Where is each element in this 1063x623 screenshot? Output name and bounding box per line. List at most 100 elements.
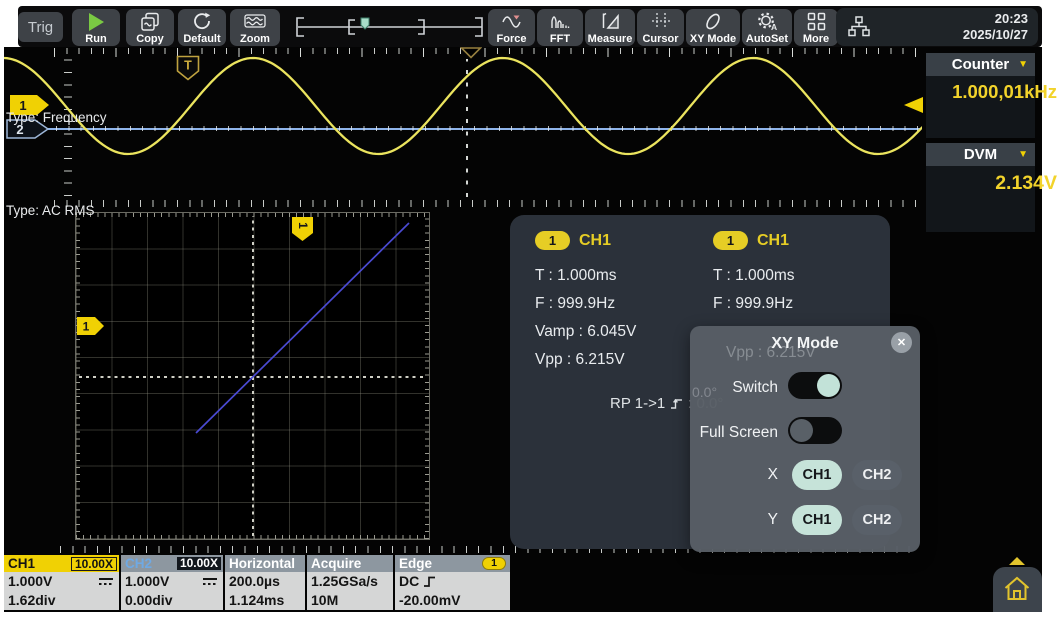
rising-edge-icon bbox=[670, 397, 683, 410]
xy-x-marker-label: 1 bbox=[296, 222, 310, 229]
force-label: Force bbox=[497, 33, 527, 45]
cursor-icon bbox=[651, 12, 671, 30]
counter-type: Type: Frequency bbox=[6, 110, 107, 125]
x-ch2-label: CH2 bbox=[862, 467, 891, 483]
xy-y-marker-label: 1 bbox=[83, 320, 90, 334]
trigger-status-cell[interactable]: Edge 1 DC -20.00mV bbox=[395, 555, 510, 610]
force-trigger-icon bbox=[502, 12, 522, 30]
chevron-down-icon[interactable]: ▼ bbox=[1018, 53, 1028, 76]
cursor-button[interactable]: Cursor bbox=[637, 9, 684, 46]
autoset-button[interactable]: A AutoSet bbox=[742, 9, 792, 46]
default-label: Default bbox=[183, 33, 220, 45]
y-source-label: Y bbox=[690, 505, 778, 535]
xy-y-position-marker[interactable]: 1 bbox=[77, 317, 105, 335]
acquire-title: Acquire bbox=[311, 556, 361, 571]
cursor-label: Cursor bbox=[642, 33, 678, 45]
ch1-status-cell[interactable]: CH1 10.00X 1.000V 1.62div bbox=[4, 555, 119, 610]
collapse-up-arrow[interactable] bbox=[1009, 557, 1025, 565]
time-domain-display: 1 2 T bbox=[4, 47, 922, 207]
trigger-type: Edge bbox=[399, 556, 432, 571]
trigger-level-marker[interactable] bbox=[904, 97, 923, 113]
dialog-title: XY Mode bbox=[690, 335, 920, 353]
xy-switch-toggle[interactable] bbox=[788, 372, 842, 399]
fft-button[interactable]: Measure FFT bbox=[537, 9, 583, 46]
run-button[interactable]: Run bbox=[72, 9, 120, 46]
measure-frequency: F : 999.9Hz bbox=[713, 290, 795, 318]
xy-mode-label: XY Mode bbox=[690, 33, 736, 45]
mid-ruler bbox=[54, 200, 920, 207]
acquire-status-cell[interactable]: Acquire 1.25GSa/s 10M bbox=[307, 555, 393, 610]
y-source-ch2-button[interactable]: CH2 bbox=[852, 505, 902, 535]
horizontal-title: Horizontal bbox=[229, 556, 295, 571]
measurement-column-1: 1 CH1 T : 1.000ms F : 999.9Hz Vamp : 6.0… bbox=[535, 231, 636, 374]
timebase-scale: 200.0µs bbox=[229, 573, 280, 589]
measure-period: T : 1.000ms bbox=[535, 262, 636, 290]
fft-spectrum-icon bbox=[550, 12, 570, 30]
measure-channel-label: CH1 bbox=[579, 232, 611, 250]
x-source-ch1-button[interactable]: CH1 bbox=[792, 460, 842, 490]
force-button[interactable]: Force bbox=[488, 9, 535, 46]
measure-period: T : 1.000ms bbox=[713, 262, 795, 290]
measure-vpp: Vpp : 6.215V bbox=[535, 346, 636, 374]
counter-panel-header[interactable]: Counter ▼ bbox=[926, 53, 1035, 76]
counter-title: Counter bbox=[952, 56, 1010, 73]
horizontal-delay: 1.124ms bbox=[229, 592, 284, 608]
clock-time: 20:23 bbox=[963, 11, 1028, 27]
xy-display-window: 1 1 bbox=[75, 212, 430, 540]
sample-rate: 1.25GSa/s bbox=[311, 573, 378, 589]
horizontal-status-cell[interactable]: Horizontal 200.0µs 1.124ms bbox=[225, 555, 305, 610]
measure-button[interactable]: Measure bbox=[585, 9, 635, 46]
x-source-label: X bbox=[690, 460, 778, 490]
ch1-waveform-path bbox=[4, 58, 922, 154]
toggle-knob bbox=[790, 419, 813, 442]
run-label: Run bbox=[85, 33, 106, 45]
ch1-probe-attenuation: 10.00X bbox=[71, 557, 117, 571]
measure-label: Measure bbox=[588, 33, 633, 45]
ch2-offset: 0.00div bbox=[125, 592, 172, 608]
zoom-button[interactable]: Zoom bbox=[230, 9, 280, 46]
more-button[interactable]: More bbox=[794, 9, 838, 46]
x-source-ch2-button[interactable]: CH2 bbox=[852, 460, 902, 490]
chevron-down-icon[interactable]: ▼ bbox=[1018, 143, 1028, 166]
horizontal-position-slider[interactable] bbox=[292, 16, 486, 43]
ch2-status-cell[interactable]: CH2 10.00X 1.000V 0.00div bbox=[121, 555, 223, 610]
measure-source-badge: 1 bbox=[535, 231, 570, 250]
measure-source-badge: 1 bbox=[713, 231, 748, 250]
zoom-waveform-icon bbox=[244, 12, 266, 32]
ch1-scale: 1.000V bbox=[8, 573, 52, 589]
measurement-column-2: 1 CH1 T : 1.000ms F : 999.9Hz bbox=[713, 231, 795, 318]
measure-vamp: Vamp : 6.045V bbox=[535, 318, 636, 346]
default-button[interactable]: Default bbox=[178, 9, 226, 46]
dvm-title: DVM bbox=[964, 146, 997, 163]
y-source-ch1-button[interactable]: CH1 bbox=[792, 505, 842, 535]
corner-tab bbox=[993, 567, 1042, 612]
trigger-coupling: DC bbox=[399, 572, 419, 591]
dvm-panel-header[interactable]: DVM ▼ bbox=[926, 143, 1035, 166]
full-screen-toggle[interactable] bbox=[788, 417, 842, 444]
trigger-time-marker[interactable] bbox=[460, 47, 482, 59]
copy-icon bbox=[140, 12, 160, 32]
copy-button[interactable]: Copy bbox=[126, 9, 174, 46]
y-ch1-label: CH1 bbox=[802, 512, 831, 528]
dvm-value: 2.134V bbox=[995, 172, 1057, 195]
ch2-scale: 1.000V bbox=[125, 573, 169, 589]
xy-x-position-marker[interactable]: 1 bbox=[292, 217, 313, 242]
xy-mode-button[interactable]: XY Mode bbox=[686, 9, 740, 46]
home-icon[interactable] bbox=[1003, 575, 1031, 603]
x-ch1-label: CH1 bbox=[802, 467, 831, 483]
ch2-probe-attenuation: 10.00X bbox=[177, 557, 221, 570]
dialog-close-button[interactable]: ✕ bbox=[891, 332, 912, 353]
trigger-status-marker[interactable]: T bbox=[176, 55, 200, 81]
more-grid-icon bbox=[807, 12, 826, 31]
y-ch2-label: CH2 bbox=[862, 512, 891, 528]
default-reset-icon bbox=[192, 12, 212, 32]
oscilloscope-screen: Trig Run Copy Default Zoom bbox=[0, 0, 1063, 623]
close-icon: ✕ bbox=[897, 336, 906, 349]
network-icon bbox=[848, 16, 870, 38]
trigger-source-badge: 1 bbox=[482, 557, 506, 570]
trig-button[interactable]: Trig bbox=[18, 12, 63, 42]
ch2-name: CH2 bbox=[125, 556, 152, 571]
autoset-gear-icon: A bbox=[757, 12, 777, 31]
dc-coupling-icon bbox=[202, 577, 218, 586]
xy-mode-icon bbox=[703, 12, 723, 31]
